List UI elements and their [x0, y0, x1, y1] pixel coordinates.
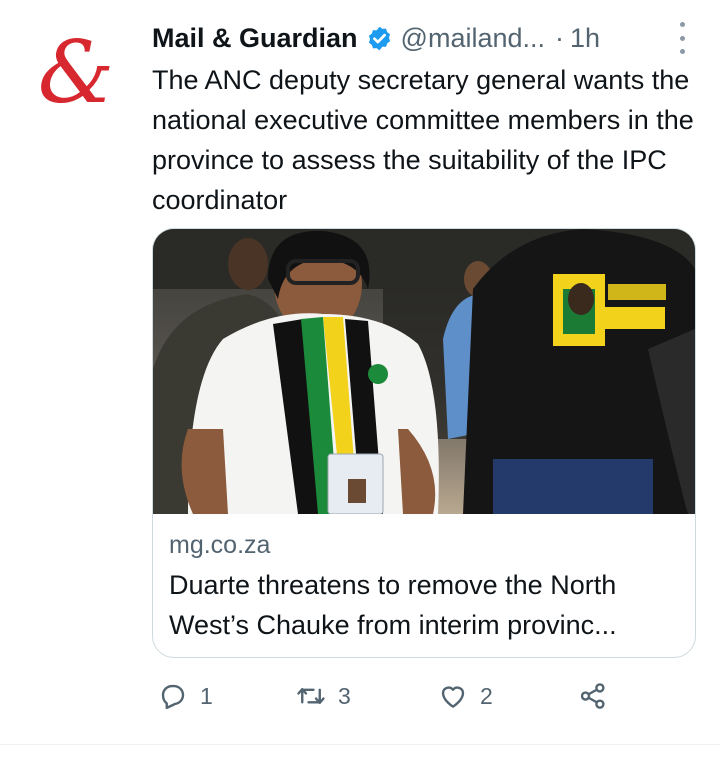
retweet-button[interactable]: 3 [296, 676, 351, 716]
timestamp[interactable]: 1h [570, 23, 600, 54]
like-count: 2 [480, 682, 493, 709]
card-title: Duarte threatens to remove the North Wes… [169, 570, 617, 640]
like-button[interactable]: 2 [438, 676, 493, 716]
reply-count: 1 [200, 682, 213, 709]
reply-button[interactable]: 1 [158, 676, 213, 716]
news-photo-icon [153, 229, 695, 514]
link-preview-card[interactable]: mg.co.za Duarte threatens to remove the … [152, 228, 696, 658]
author-name[interactable]: Mail & Guardian [152, 23, 358, 54]
card-image[interactable] [153, 229, 695, 514]
avatar[interactable]: & [22, 22, 130, 130]
tweet[interactable]: & Mail & Guardian @mailand... · 1h The A… [0, 0, 720, 745]
share-icon [580, 683, 605, 709]
retweet-count: 3 [338, 682, 351, 709]
tweet-actions: 1 3 2 [152, 676, 622, 716]
svg-text:&: & [38, 26, 115, 123]
retweet-icon [297, 687, 325, 705]
tweet-text: The ANC deputy secretary general wants t… [152, 65, 694, 215]
author-handle[interactable]: @mailand... [401, 23, 545, 54]
more-options-icon[interactable] [672, 22, 692, 54]
tweet-header: Mail & Guardian @mailand... · 1h [152, 18, 692, 58]
reply-icon [161, 684, 185, 710]
card-domain: mg.co.za [169, 531, 271, 559]
mail-guardian-logo-icon: & [38, 26, 115, 123]
heart-icon [441, 686, 465, 708]
share-button[interactable] [578, 676, 608, 716]
separator-dot: · [555, 22, 565, 53]
verified-badge-icon [366, 25, 393, 52]
divider [0, 744, 720, 745]
